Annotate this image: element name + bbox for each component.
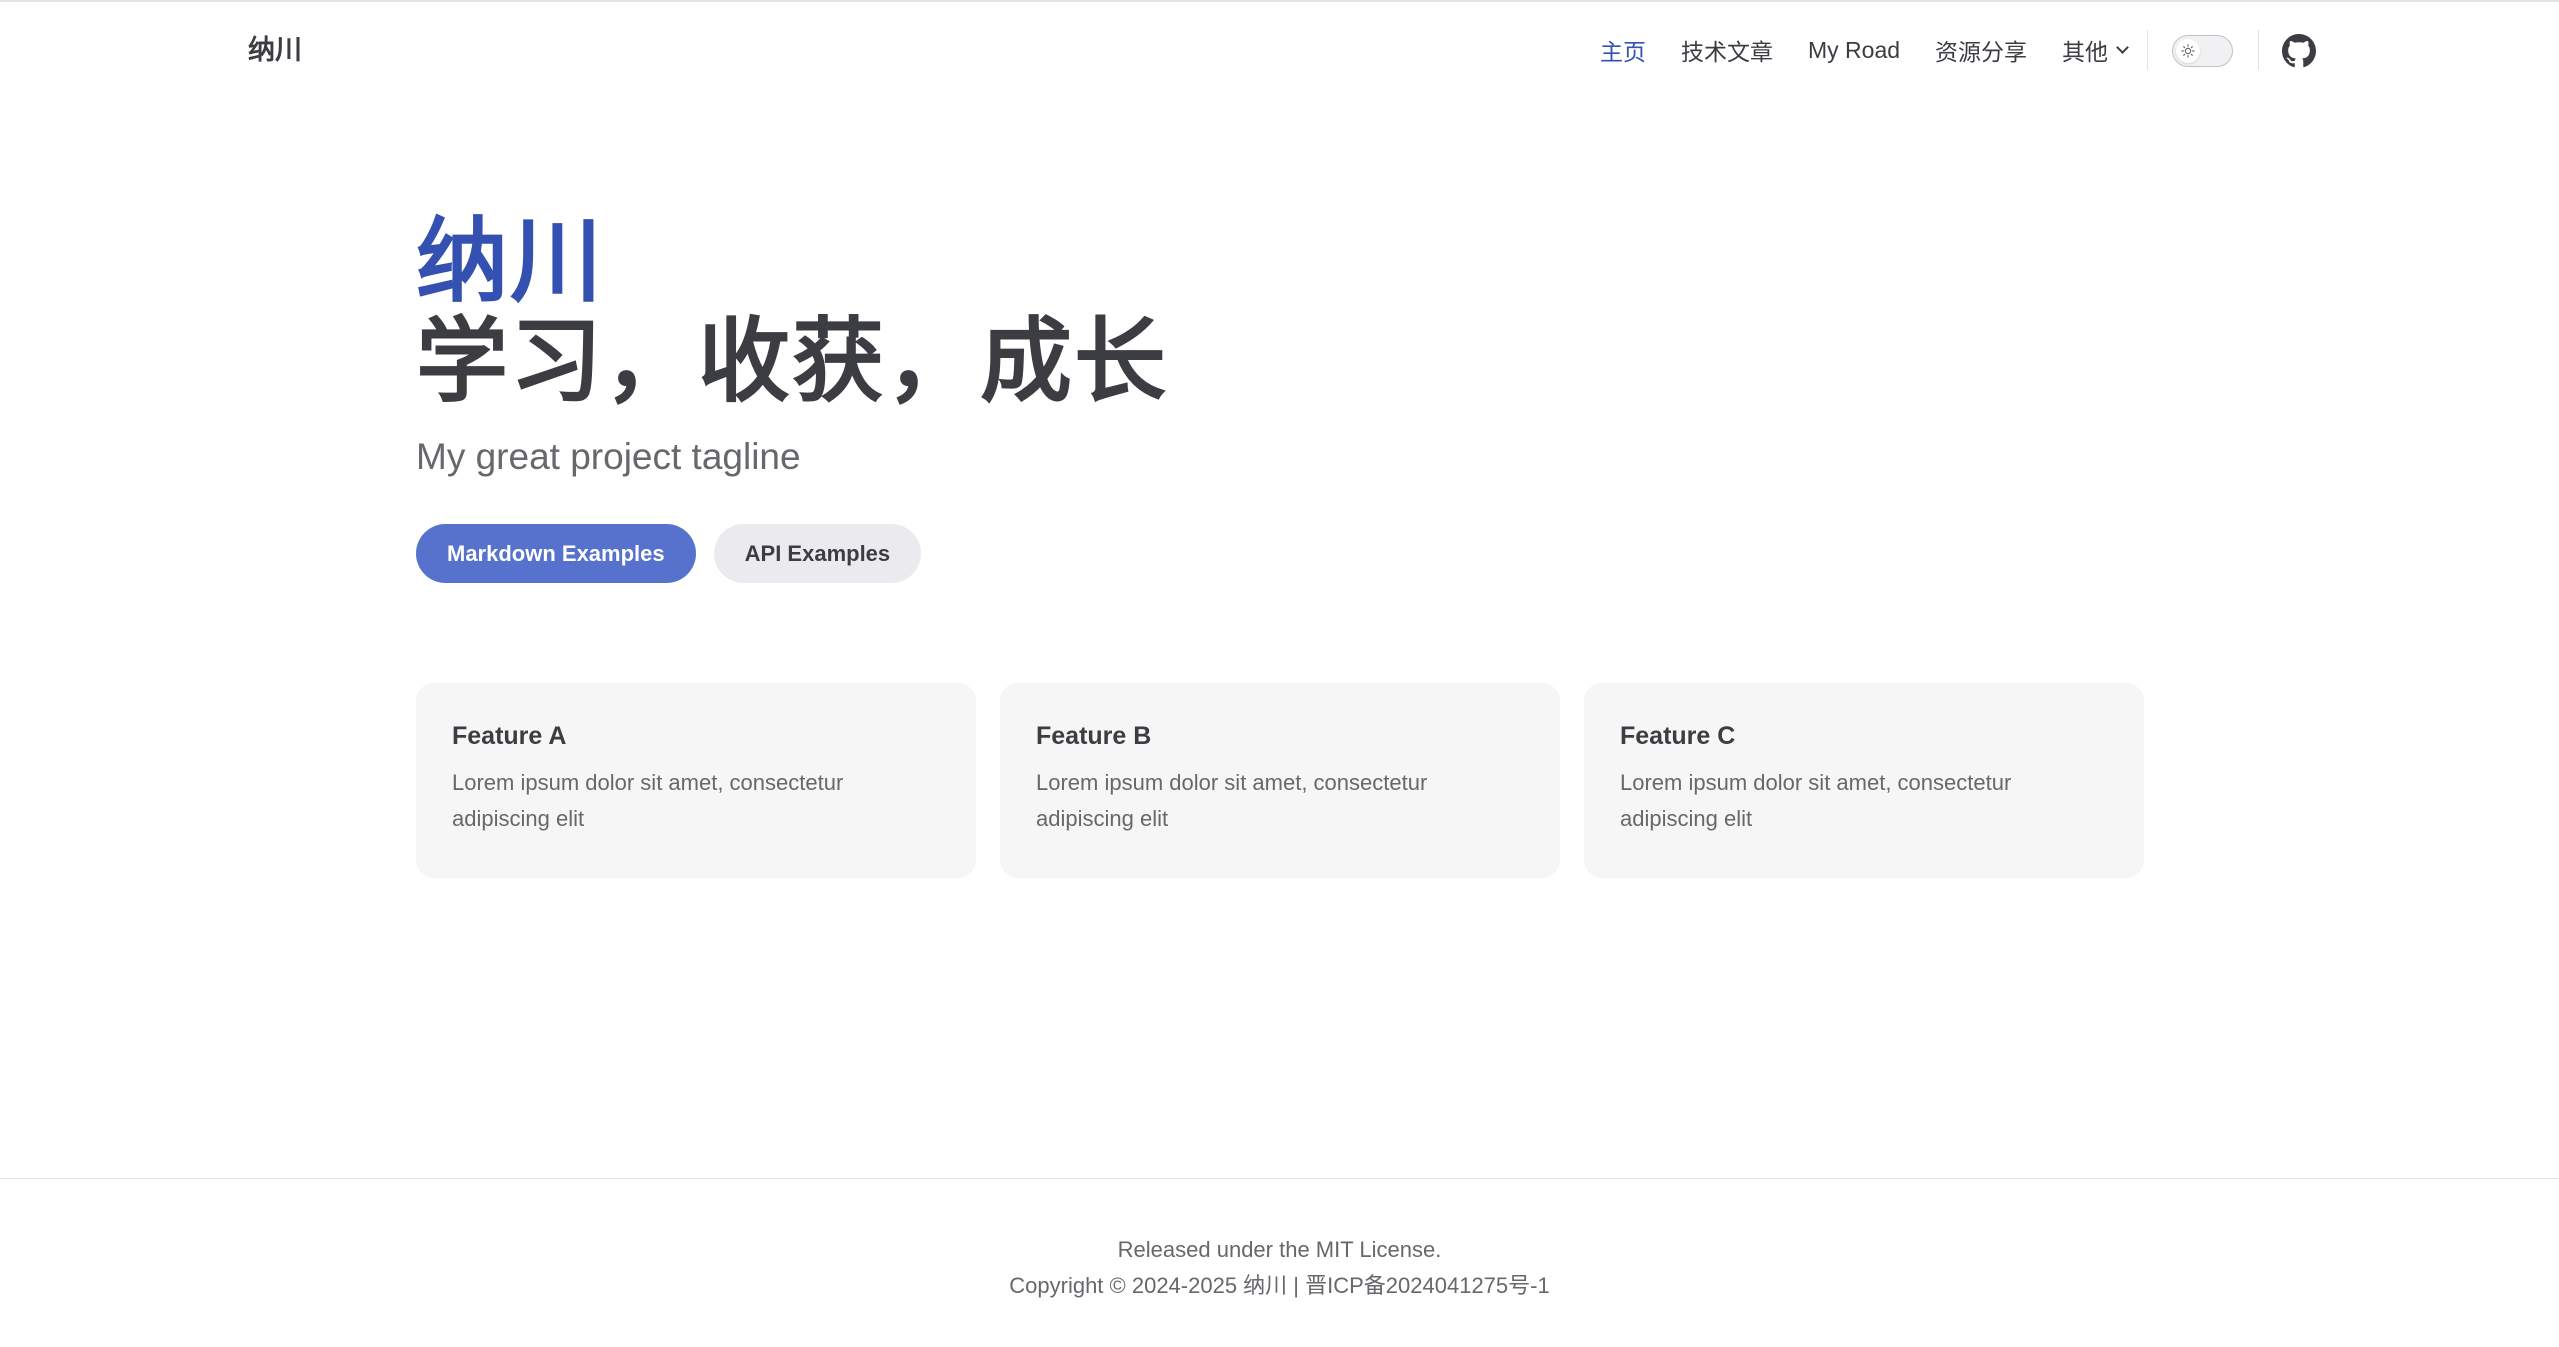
sun-icon [2181, 44, 2195, 58]
feature-title: Feature C [1620, 722, 1736, 750]
page-footer: Released under the MIT License. Copyrigh… [0, 1178, 2559, 1347]
nav-item-label: 其他 [2062, 39, 2109, 65]
github-link[interactable] [2282, 34, 2316, 68]
features-section: Feature A Lorem ipsum dolor sit amet, co… [416, 683, 2168, 878]
appearance-toggle[interactable] [2172, 35, 2233, 67]
nav-divider [2258, 30, 2259, 70]
nav-item-label: 资源分享 [1935, 39, 2028, 65]
chevron-down-icon [2116, 40, 2129, 54]
markdown-examples-button[interactable]: Markdown Examples [416, 524, 696, 583]
feature-card: Feature C Lorem ipsum dolor sit amet, co… [1584, 683, 2144, 878]
feature-details: Lorem ipsum dolor sit amet, consectetur … [1620, 770, 2012, 831]
nav-item-label: 主页 [1600, 39, 1646, 65]
footer-copyright: Copyright © 2024-2025 纳川 | 晋ICP备20240412… [1009, 1273, 1550, 1298]
nav-item-label: 技术文章 [1681, 39, 1773, 65]
nav-item-more-dropdown[interactable]: 其他 [2062, 33, 2129, 67]
feature-title: Feature A [452, 722, 567, 750]
hero-text: 学习，收获，成长 [416, 311, 1169, 413]
feature-title: Feature B [1036, 722, 1152, 750]
hero-actions: Markdown Examples API Examples [416, 524, 2116, 583]
nav-divider [2147, 30, 2148, 70]
nav-item-resources[interactable]: 资源分享 [1935, 33, 2027, 67]
hero-tagline: My great project tagline [416, 436, 801, 477]
feature-card: Feature B Lorem ipsum dolor sit amet, co… [1000, 683, 1560, 878]
feature-card: Feature A Lorem ipsum dolor sit amet, co… [416, 683, 976, 878]
hero-section: 纳川 学习，收获，成长 My great project tagline Mar… [416, 210, 2116, 583]
feature-details: Lorem ipsum dolor sit amet, consectetur … [1036, 770, 1428, 831]
nav-item-home[interactable]: 主页 [1600, 33, 1646, 67]
nav-item-my-road[interactable]: My Road [1808, 37, 1900, 64]
nav-item-tech-articles[interactable]: 技术文章 [1681, 33, 1773, 67]
site-title[interactable]: 纳川 [248, 30, 302, 70]
feature-details: Lorem ipsum dolor sit amet, consectetur … [452, 770, 844, 831]
nav-item-label: My Road [1808, 36, 1901, 63]
api-examples-button[interactable]: API Examples [713, 524, 922, 583]
footer-message: Released under the MIT License. [1117, 1237, 1442, 1262]
github-icon [2282, 34, 2316, 68]
main-nav: 主页 技术文章 My Road 资源分享 其他 [1600, 30, 2162, 70]
top-nav-bar: 纳川 主页 技术文章 My Road 资源分享 其他 [0, 0, 2559, 98]
toggle-knob [2176, 39, 2200, 63]
hero-name: 纳川 [416, 211, 605, 313]
